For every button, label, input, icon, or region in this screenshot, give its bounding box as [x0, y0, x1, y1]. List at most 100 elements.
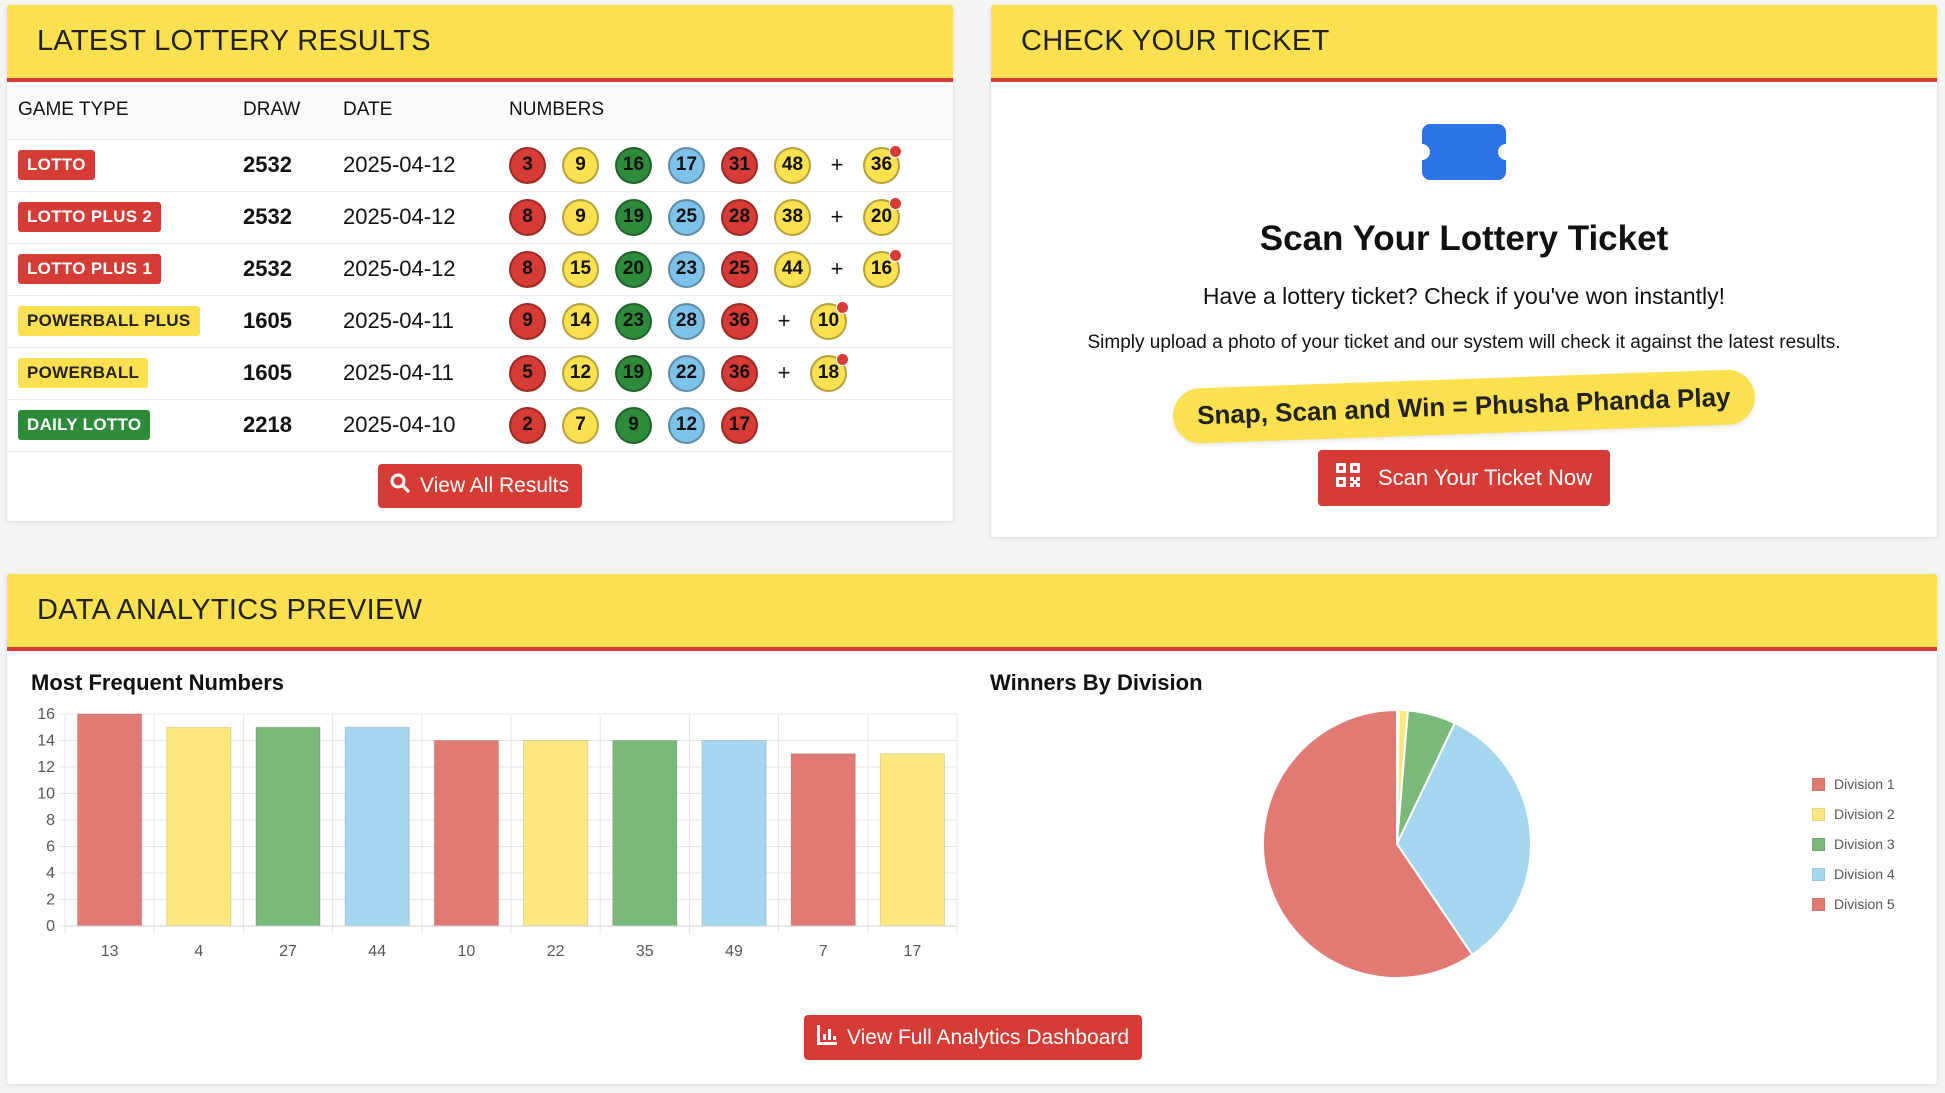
- lottery-results-card: LATEST LOTTERY RESULTS GAME TYPE DRAW DA…: [7, 5, 953, 521]
- number-ball: 20: [615, 250, 652, 288]
- bonus-indicator-dot: [889, 248, 902, 262]
- number-ball: 9: [615, 406, 652, 444]
- y-tick-label: 16: [37, 706, 55, 723]
- draw-date: 2025-04-11: [343, 347, 509, 400]
- y-tick-label: 4: [46, 865, 55, 882]
- number-ball: 9: [509, 302, 546, 340]
- bar: [255, 726, 321, 927]
- legend-item: Division 4: [1812, 859, 1895, 889]
- legend-swatch: [1812, 807, 1825, 821]
- scan-ticket-button[interactable]: Scan Your Ticket Now: [1317, 450, 1610, 506]
- number-ball: 12: [562, 354, 599, 392]
- bar: [522, 740, 589, 927]
- bonus-ball: 36: [863, 144, 902, 184]
- search-icon: [390, 473, 410, 499]
- draw-number: 1605: [243, 295, 343, 348]
- bar: [76, 713, 143, 927]
- winners-by-division-pie-chart: [1262, 708, 1532, 979]
- game-type-badge: POWERBALL: [18, 358, 149, 388]
- number-ball: 23: [668, 250, 705, 288]
- game-type-badge: DAILY LOTTO: [18, 410, 151, 440]
- frequent-numbers-bar-chart: 0 2 4 6 8 10 12 14 16 13 4 27 44 10 22 35 49 7 17: [37, 706, 958, 960]
- bar: [612, 740, 678, 927]
- bonus-ball: 20: [863, 196, 902, 236]
- chart-bar-icon: [817, 1024, 837, 1051]
- col-date: DATE: [343, 82, 509, 140]
- results-row: POWERBALL 1605 2025-04-11 5 12 19 22 36 +18: [7, 347, 953, 400]
- number-ball: 17: [721, 406, 758, 444]
- results-row: LOTTO 2532 2025-04-12 3 9 16 17 31 48 +36: [7, 139, 953, 192]
- col-numbers: NUMBERS: [509, 82, 953, 140]
- scan-description: Simply upload a photo of your ticket and…: [1087, 332, 1841, 353]
- legend-item: Division 2: [1812, 799, 1895, 829]
- x-tick-label: 44: [368, 943, 386, 960]
- x-tick-label: 17: [904, 943, 922, 960]
- view-analytics-dashboard-button[interactable]: View Full Analytics Dashboard: [804, 1015, 1143, 1060]
- number-ball: 36: [721, 302, 758, 340]
- check-header: CHECK YOUR TICKET: [991, 5, 1937, 82]
- number-ball: 16: [615, 146, 652, 184]
- analytics-title: DATA ANALYTICS PREVIEW: [37, 594, 423, 626]
- number-ball: 7: [562, 406, 599, 444]
- legend-item: Division 5: [1812, 889, 1895, 919]
- pie-legend: Division 1 Division 2 Division 3 Division 4…: [1812, 769, 1895, 919]
- number-ball: 5: [509, 354, 546, 392]
- pie-chart-title: Winners By Division: [990, 670, 1203, 695]
- number-ball: 9: [562, 146, 599, 184]
- legend-swatch: [1812, 837, 1825, 851]
- draw-number: 2532: [243, 243, 343, 296]
- y-tick-label: 14: [37, 733, 55, 750]
- number-ball: 12: [668, 406, 705, 444]
- legend-label: Division 1: [1834, 776, 1895, 792]
- scan-heading: Scan Your Lottery Ticket: [1259, 219, 1669, 258]
- results-row: LOTTO PLUS 2 2532 2025-04-12 8 9 19 25 28 38 +20: [7, 191, 953, 244]
- legend-swatch: [1812, 777, 1825, 791]
- number-ball: 19: [615, 354, 652, 392]
- number-ball: 44: [774, 250, 811, 288]
- legend-label: Division 5: [1834, 896, 1895, 912]
- x-tick-label: 27: [279, 943, 297, 960]
- draw-number: 2532: [243, 139, 343, 192]
- bar: [790, 753, 856, 927]
- winning-numbers: 3 9 16 17 31 48 +36: [509, 144, 953, 184]
- legend-swatch: [1812, 897, 1825, 911]
- number-ball: 17: [668, 146, 705, 184]
- draw-date: 2025-04-11: [343, 295, 509, 348]
- game-type-badge: LOTTO PLUS 1: [18, 254, 162, 284]
- game-type-badge: LOTTO PLUS 2: [18, 202, 162, 232]
- bonus-indicator-dot: [889, 144, 902, 158]
- results-header: LATEST LOTTERY RESULTS: [7, 5, 953, 82]
- plus-sign: +: [830, 152, 844, 177]
- check-ticket-card: CHECK YOUR TICKET Scan Your Lottery Tick…: [991, 5, 1937, 537]
- number-ball: 8: [509, 198, 546, 236]
- number-ball: 28: [668, 302, 705, 340]
- game-type-badge: LOTTO: [18, 150, 95, 180]
- bar: [344, 726, 410, 927]
- number-ball: 15: [562, 250, 599, 288]
- bonus-ball: 16: [863, 248, 902, 288]
- bonus-indicator-dot: [836, 352, 849, 366]
- scan-subtitle: Have a lottery ticket? Check if you've w…: [1202, 283, 1726, 309]
- view-analytics-dashboard-label: View Full Analytics Dashboard: [847, 1025, 1130, 1049]
- draw-number: 1605: [243, 347, 343, 400]
- winning-numbers: 9 14 23 28 36 +10: [509, 300, 953, 340]
- number-ball: 25: [721, 250, 758, 288]
- draw-number: 2532: [243, 191, 343, 244]
- y-tick-label: 10: [37, 786, 55, 803]
- game-type-badge: POWERBALL PLUS: [18, 306, 200, 336]
- draw-date: 2025-04-12: [343, 191, 509, 244]
- bonus-indicator-dot: [889, 196, 902, 210]
- legend-label: Division 2: [1834, 806, 1895, 822]
- x-tick-label: 22: [547, 943, 565, 960]
- number-ball: 31: [721, 146, 758, 184]
- bonus-number: 18: [817, 362, 840, 383]
- results-title: LATEST LOTTERY RESULTS: [37, 25, 431, 57]
- results-row: POWERBALL PLUS 1605 2025-04-11 9 14 23 28 36 +10: [7, 295, 953, 348]
- col-game-type: GAME TYPE: [7, 82, 243, 140]
- winning-numbers: 5 12 19 22 36 +18: [509, 352, 953, 392]
- view-all-results-button[interactable]: View All Results: [377, 463, 582, 508]
- plus-sign: +: [777, 308, 791, 333]
- number-ball: 3: [509, 146, 546, 184]
- draw-date: 2025-04-12: [343, 243, 509, 296]
- qrcode-icon: [1335, 463, 1360, 493]
